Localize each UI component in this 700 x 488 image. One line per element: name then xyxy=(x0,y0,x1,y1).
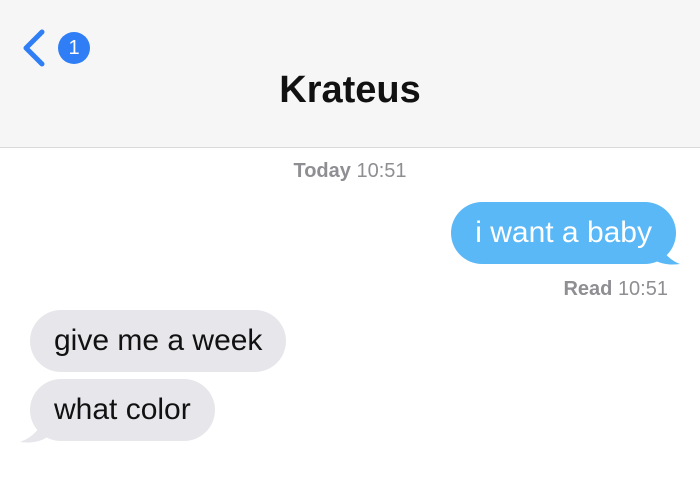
thread-timestamp: Today 10:51 xyxy=(0,160,700,183)
message-text: what color xyxy=(54,393,191,426)
read-time: 10:51 xyxy=(617,278,668,300)
timestamp-time: 10:51 xyxy=(356,160,407,182)
chevron-left-icon xyxy=(23,29,45,67)
read-label: Read xyxy=(563,278,613,300)
message-bubble-received[interactable]: what color xyxy=(30,379,215,441)
unread-badge: 1 xyxy=(58,32,90,64)
contact-name[interactable]: Krateus xyxy=(0,69,700,112)
conversation-header: 1 Krateus xyxy=(0,0,700,148)
message-text: i want a baby xyxy=(475,216,652,249)
message-bubble-received[interactable]: give me a week xyxy=(30,310,287,372)
timestamp-day: Today xyxy=(293,160,351,182)
message-text: give me a week xyxy=(54,324,263,357)
back-button[interactable]: 1 xyxy=(20,28,90,68)
message-bubble-sent[interactable]: i want a baby xyxy=(451,202,676,264)
read-receipt: Read 10:51 xyxy=(563,278,668,301)
